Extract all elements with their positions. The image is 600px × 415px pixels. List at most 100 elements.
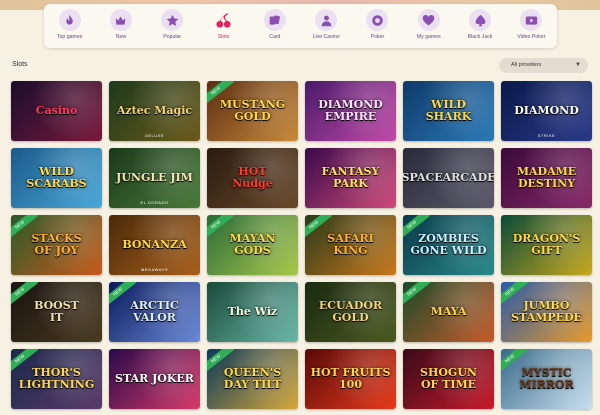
game-subtitle: DELUXE <box>144 133 164 138</box>
category-label: Black Jack <box>467 34 493 40</box>
category-my-games[interactable]: My games <box>405 9 453 40</box>
game-title: Casino <box>35 104 78 118</box>
game-title: QUEEN'S DAY TILT <box>223 366 282 391</box>
game-title: FANTASY PARK <box>321 165 380 190</box>
game-title: STAR JOKER <box>115 372 194 386</box>
star-icon <box>161 9 184 31</box>
game-tile[interactable]: WILD SCARABS <box>11 148 102 208</box>
game-title: MAYAN GODS <box>229 232 276 257</box>
category-label: Popular <box>163 34 182 40</box>
category-label: New <box>115 34 127 40</box>
game-tile[interactable]: Casino <box>11 81 102 141</box>
category-black-jack[interactable]: Black Jack <box>456 9 504 40</box>
game-tile[interactable]: HOT FRUITS 100 <box>305 349 396 409</box>
game-title: SPACEARCADE <box>403 171 494 185</box>
game-title: BOOST IT <box>34 299 79 324</box>
game-title: HOT FRUITS 100 <box>310 366 391 391</box>
game-title: HOT Nudge <box>232 165 273 190</box>
game-tile[interactable]: DIAMOND STRIKE <box>501 81 592 141</box>
game-tile[interactable]: NEW MAYAN GODS <box>207 215 298 275</box>
game-title: MYSTIC MIRROR <box>519 366 574 391</box>
category-popular[interactable]: Popular <box>148 9 196 40</box>
game-tile[interactable]: NEW MUSTANG GOLD <box>207 81 298 141</box>
game-tile[interactable]: NEW ZOMBIES GONE WILD <box>403 215 494 275</box>
game-title: ARCTIC VALOR <box>130 299 179 324</box>
game-tile[interactable]: STAR JOKER <box>109 349 200 409</box>
game-tile[interactable]: ECUADOR GOLD <box>305 282 396 342</box>
hearts-icon <box>417 9 440 31</box>
category-bar: Top games New Popular Slots Card Live Casino P… <box>44 4 557 48</box>
game-tile[interactable]: SHOGUN OF TIME <box>403 349 494 409</box>
game-tile[interactable]: JUNGLE JIM EL DORADO <box>109 148 200 208</box>
provider-filter-dropdown[interactable]: All providers ▼ <box>499 58 588 73</box>
play-icon <box>520 9 543 31</box>
game-tile[interactable]: FANTASY PARK <box>305 148 396 208</box>
chevron-down-icon: ▼ <box>575 62 581 68</box>
flame-icon <box>58 9 81 31</box>
game-tile[interactable]: NEW STACKS OF JOY <box>11 215 102 275</box>
game-tile[interactable]: SPACEARCADE <box>403 148 494 208</box>
game-subtitle: MEGAWAYS <box>141 267 168 272</box>
category-poker[interactable]: Poker <box>353 9 401 40</box>
game-title: JUNGLE JIM <box>116 171 193 185</box>
game-tile[interactable]: NEW ARCTIC VALOR <box>109 282 200 342</box>
game-tile[interactable]: DIAMOND EMPIRE <box>305 81 396 141</box>
category-slots[interactable]: Slots <box>200 9 248 40</box>
game-title: THOR'S LIGHTNING <box>18 366 95 391</box>
game-title: SAFARI KING <box>327 232 374 257</box>
game-title: JUMBO STAMPEDE <box>511 299 582 324</box>
game-tile[interactable]: Aztec Magic DELUXE <box>109 81 200 141</box>
category-live-casino[interactable]: Live Casino <box>302 9 350 40</box>
provider-filter-value: All providers <box>511 62 542 68</box>
game-title: The Wiz <box>227 305 278 319</box>
category-new[interactable]: New <box>97 9 145 40</box>
crown-icon <box>109 9 132 31</box>
game-tile[interactable]: HOT Nudge <box>207 148 298 208</box>
game-tile[interactable]: The Wiz <box>207 282 298 342</box>
game-title: SHOGUN OF TIME <box>420 366 477 391</box>
category-label: My games <box>416 34 441 40</box>
category-label: Slots <box>217 34 230 40</box>
game-title: BONANZA <box>122 238 187 252</box>
game-tile[interactable]: NEW MYSTIC MIRROR <box>501 349 592 409</box>
category-label: Card <box>269 34 281 40</box>
game-title: WILD SCARABS <box>26 165 87 190</box>
game-subtitle: STRIKE <box>537 133 556 138</box>
category-label: Top games <box>56 34 83 40</box>
game-tile[interactable]: WILD SHARK <box>403 81 494 141</box>
game-title: WILD SHARK <box>425 98 472 123</box>
game-title: ECUADOR GOLD <box>318 299 383 324</box>
game-title: DIAMOND <box>514 104 579 118</box>
game-tile[interactable]: NEW SAFARI KING <box>305 215 396 275</box>
category-label: Poker <box>370 34 385 40</box>
dealer-icon <box>315 9 338 31</box>
game-tile[interactable]: NEW BOOST IT <box>11 282 102 342</box>
category-top-games[interactable]: Top games <box>46 9 94 40</box>
game-title: MUSTANG GOLD <box>219 98 286 123</box>
game-tile[interactable]: NEW MAYA <box>403 282 494 342</box>
game-title: ZOMBIES GONE WILD <box>410 232 487 257</box>
game-tile[interactable]: MADAME DESTINY <box>501 148 592 208</box>
category-label: Live Casino <box>312 34 340 40</box>
section-title: Slots <box>12 61 28 68</box>
category-label: Video Poker <box>517 34 546 40</box>
game-title: Aztec Magic <box>116 104 193 118</box>
spade-icon <box>469 9 492 31</box>
game-tile[interactable]: NEW THOR'S LIGHTNING <box>11 349 102 409</box>
cherry-icon <box>213 9 235 31</box>
game-tile[interactable]: NEW JUMBO STAMPEDE <box>501 282 592 342</box>
game-tile[interactable]: NEW QUEEN'S DAY TILT <box>207 349 298 409</box>
game-grid: Casino Aztec Magic DELUXE NEW MUSTANG GOLD DI… <box>11 81 593 409</box>
category-card[interactable]: Card <box>251 9 299 40</box>
game-title: DRAGON'S GIFT <box>512 232 581 257</box>
game-title: MADAME DESTINY <box>516 165 577 190</box>
game-tile[interactable]: BONANZA MEGAWAYS <box>109 215 200 275</box>
game-title: STACKS OF JOY <box>31 232 82 257</box>
game-tile[interactable]: DRAGON'S GIFT <box>501 215 592 275</box>
game-title: DIAMOND EMPIRE <box>318 98 383 123</box>
category-video-poker[interactable]: Video Poker <box>507 9 555 40</box>
cards-icon <box>263 9 286 31</box>
game-subtitle: EL DORADO <box>140 200 169 205</box>
game-title: MAYA <box>430 305 467 319</box>
chip-icon <box>366 9 389 31</box>
